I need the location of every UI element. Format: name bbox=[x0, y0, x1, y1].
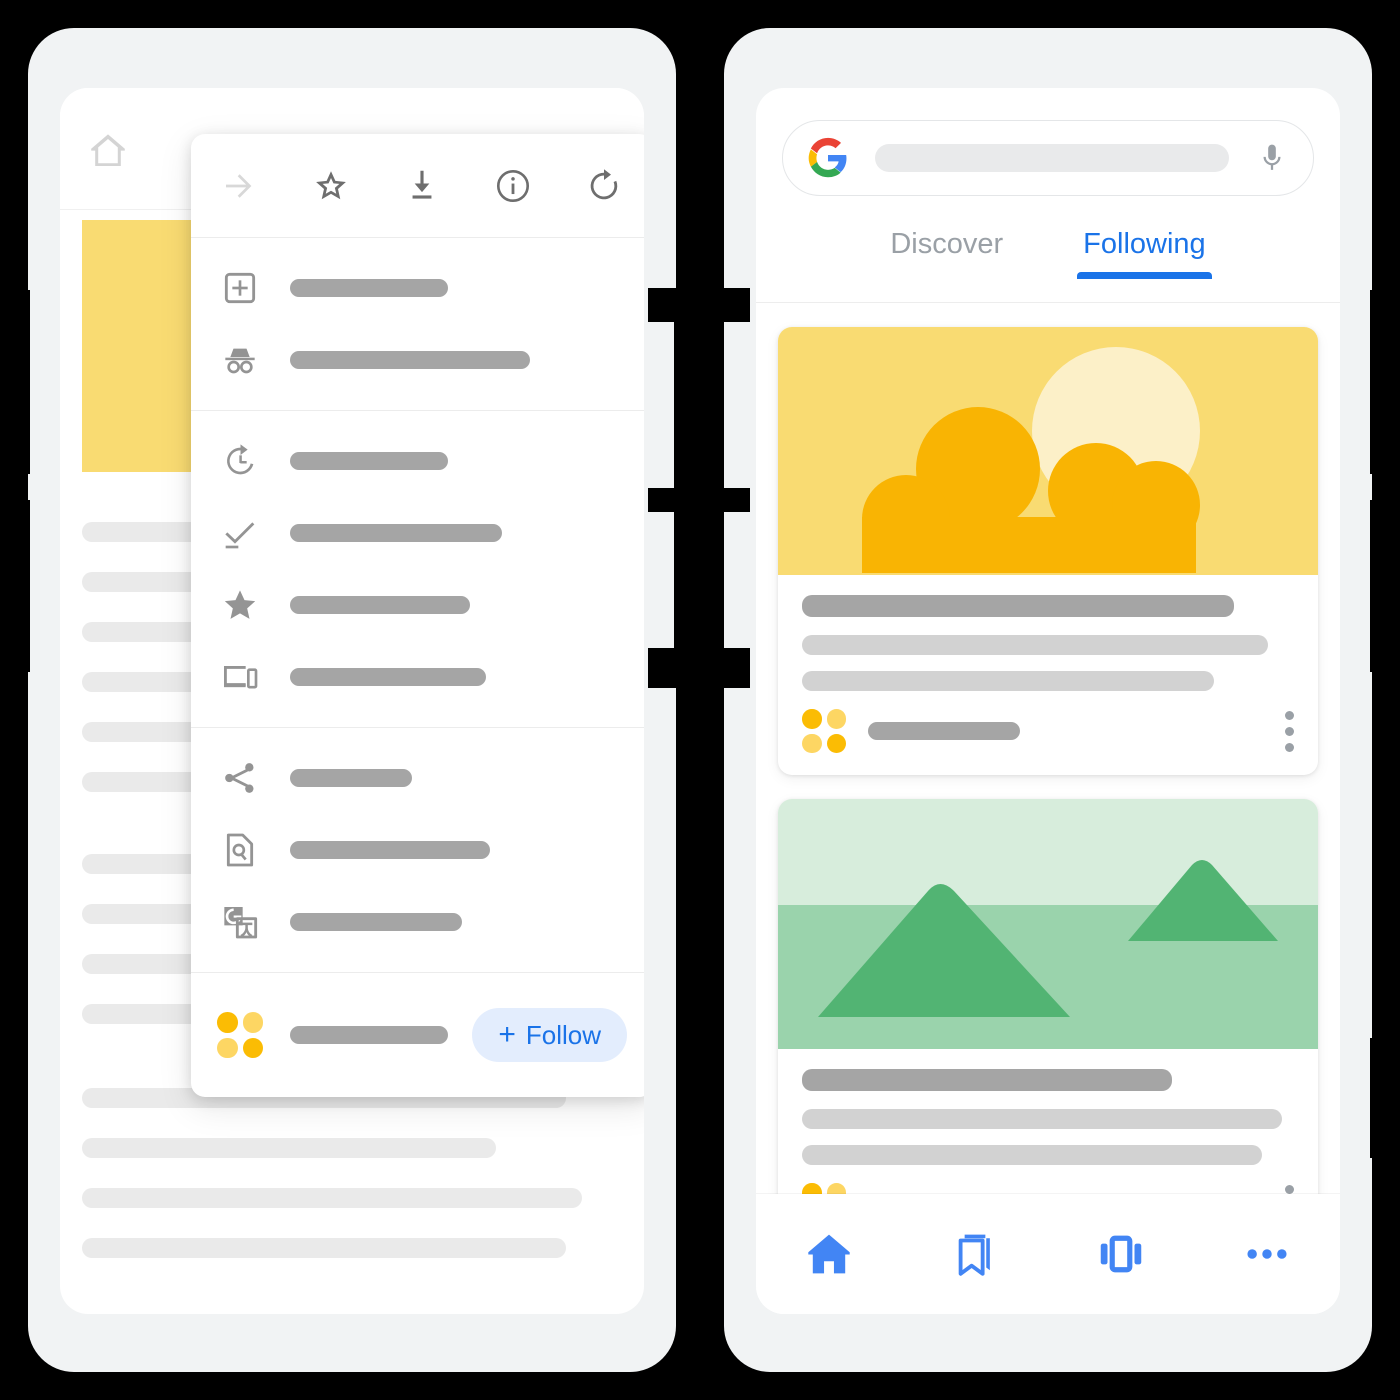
incognito-icon bbox=[217, 337, 263, 383]
reload-icon[interactable] bbox=[581, 163, 627, 209]
menu-group-1 bbox=[191, 238, 644, 411]
skeleton-line bbox=[82, 1138, 496, 1158]
downloads-check-icon bbox=[217, 510, 263, 556]
menu-group-follow: + Follow bbox=[191, 973, 644, 1097]
volume-button[interactable] bbox=[1370, 290, 1400, 474]
power-button[interactable] bbox=[648, 288, 682, 322]
card-title-bar bbox=[802, 595, 1234, 617]
power-button[interactable] bbox=[716, 288, 750, 322]
feed-tabs: Discover Following bbox=[756, 220, 1340, 303]
menu-item-incognito[interactable] bbox=[191, 324, 644, 396]
skeleton-line bbox=[82, 904, 208, 924]
left-phone-screen: + Follow bbox=[60, 88, 644, 1314]
skeleton-line bbox=[82, 1238, 566, 1258]
feed-card-mountains[interactable] bbox=[778, 799, 1318, 1249]
home-icon[interactable] bbox=[80, 126, 136, 174]
menu-item-find-in-page[interactable] bbox=[191, 814, 644, 886]
follow-button[interactable]: + Follow bbox=[472, 1008, 627, 1062]
card-body-bar bbox=[802, 671, 1214, 691]
chrome-browser-phone: + Follow bbox=[0, 28, 682, 1372]
volume-button[interactable] bbox=[1370, 1038, 1400, 1158]
more-horizontal-icon[interactable] bbox=[1232, 1219, 1302, 1289]
right-phone-screen: Discover Following bbox=[756, 88, 1340, 1314]
feed-card-weather[interactable] bbox=[778, 327, 1318, 775]
power-button[interactable] bbox=[648, 488, 682, 512]
menu-item-history[interactable] bbox=[191, 425, 644, 497]
tab-switcher-icon[interactable] bbox=[1086, 1219, 1156, 1289]
menu-group-2 bbox=[191, 411, 644, 728]
menu-item-translate[interactable] bbox=[191, 886, 644, 958]
menu-item-share[interactable] bbox=[191, 742, 644, 814]
card-text-skeleton bbox=[778, 575, 1318, 691]
menu-group-3 bbox=[191, 728, 644, 973]
search-input[interactable] bbox=[875, 144, 1229, 172]
tab-following[interactable]: Following bbox=[1077, 220, 1212, 279]
search-area bbox=[756, 88, 1340, 196]
card-body-bar bbox=[802, 635, 1268, 655]
discover-feed[interactable] bbox=[756, 303, 1340, 1314]
bookmarks-icon[interactable] bbox=[940, 1219, 1010, 1289]
follow-button-label: Follow bbox=[525, 1019, 601, 1050]
menu-top-actions bbox=[191, 134, 644, 238]
card-body-bar bbox=[802, 1145, 1262, 1165]
menu-item-devices[interactable] bbox=[191, 641, 644, 713]
site-name-label bbox=[290, 1026, 448, 1044]
history-icon bbox=[217, 438, 263, 484]
site-favicon bbox=[217, 1012, 263, 1058]
microphone-icon[interactable] bbox=[1255, 137, 1289, 179]
power-button[interactable] bbox=[648, 648, 682, 688]
power-button[interactable] bbox=[716, 488, 750, 512]
menu-item-downloads[interactable] bbox=[191, 497, 644, 569]
volume-button[interactable] bbox=[1370, 500, 1400, 672]
tab-discover[interactable]: Discover bbox=[890, 220, 1003, 261]
card-footer bbox=[778, 691, 1318, 775]
find-in-page-icon bbox=[217, 827, 263, 873]
screenshot-stage: + Follow Discover Following bbox=[0, 0, 1400, 1400]
star-filled-icon bbox=[217, 582, 263, 628]
info-circle-icon[interactable] bbox=[490, 163, 536, 209]
sun-behind-cloud-illustration bbox=[778, 327, 1318, 575]
menu-item-bookmarks[interactable] bbox=[191, 569, 644, 641]
menu-item-label bbox=[290, 841, 490, 859]
home-filled-icon[interactable] bbox=[794, 1219, 864, 1289]
menu-item-label bbox=[290, 452, 448, 470]
menu-item-label bbox=[290, 524, 502, 542]
chrome-overflow-menu: + Follow bbox=[191, 134, 644, 1097]
menu-item-label bbox=[290, 769, 412, 787]
star-outline-icon[interactable] bbox=[308, 163, 354, 209]
card-text-skeleton bbox=[778, 1049, 1318, 1165]
menu-item-label bbox=[290, 351, 530, 369]
new-tab-icon bbox=[217, 265, 263, 311]
volume-button[interactable] bbox=[0, 290, 30, 474]
card-body-bar bbox=[802, 1109, 1282, 1129]
volume-button[interactable] bbox=[0, 500, 30, 672]
menu-item-label bbox=[290, 279, 448, 297]
translate-icon bbox=[217, 899, 263, 945]
menu-item-label bbox=[290, 913, 462, 931]
google-search-bar[interactable] bbox=[782, 120, 1314, 196]
card-source-label bbox=[868, 722, 1020, 740]
forward-arrow-icon[interactable] bbox=[217, 163, 263, 209]
bottom-navigation-bar bbox=[756, 1194, 1340, 1314]
menu-item-label bbox=[290, 668, 486, 686]
card-title-bar bbox=[802, 1069, 1172, 1091]
menu-item-label bbox=[290, 596, 470, 614]
power-button[interactable] bbox=[716, 648, 750, 688]
card-overflow-icon[interactable] bbox=[1285, 710, 1294, 752]
phone-edge-line bbox=[674, 320, 682, 650]
menu-item-follow-site[interactable]: + Follow bbox=[191, 987, 644, 1083]
google-g-logo bbox=[807, 137, 849, 179]
download-icon[interactable] bbox=[399, 163, 445, 209]
skeleton-line bbox=[82, 1188, 582, 1208]
plus-icon: + bbox=[498, 1018, 516, 1051]
devices-icon bbox=[217, 654, 263, 700]
phone-edge-line bbox=[716, 320, 724, 650]
menu-item-new-tab[interactable] bbox=[191, 252, 644, 324]
google-discover-phone: Discover Following bbox=[716, 28, 1400, 1372]
mountains-landscape-illustration bbox=[778, 799, 1318, 1049]
share-icon bbox=[217, 755, 263, 801]
site-favicon bbox=[802, 709, 846, 753]
